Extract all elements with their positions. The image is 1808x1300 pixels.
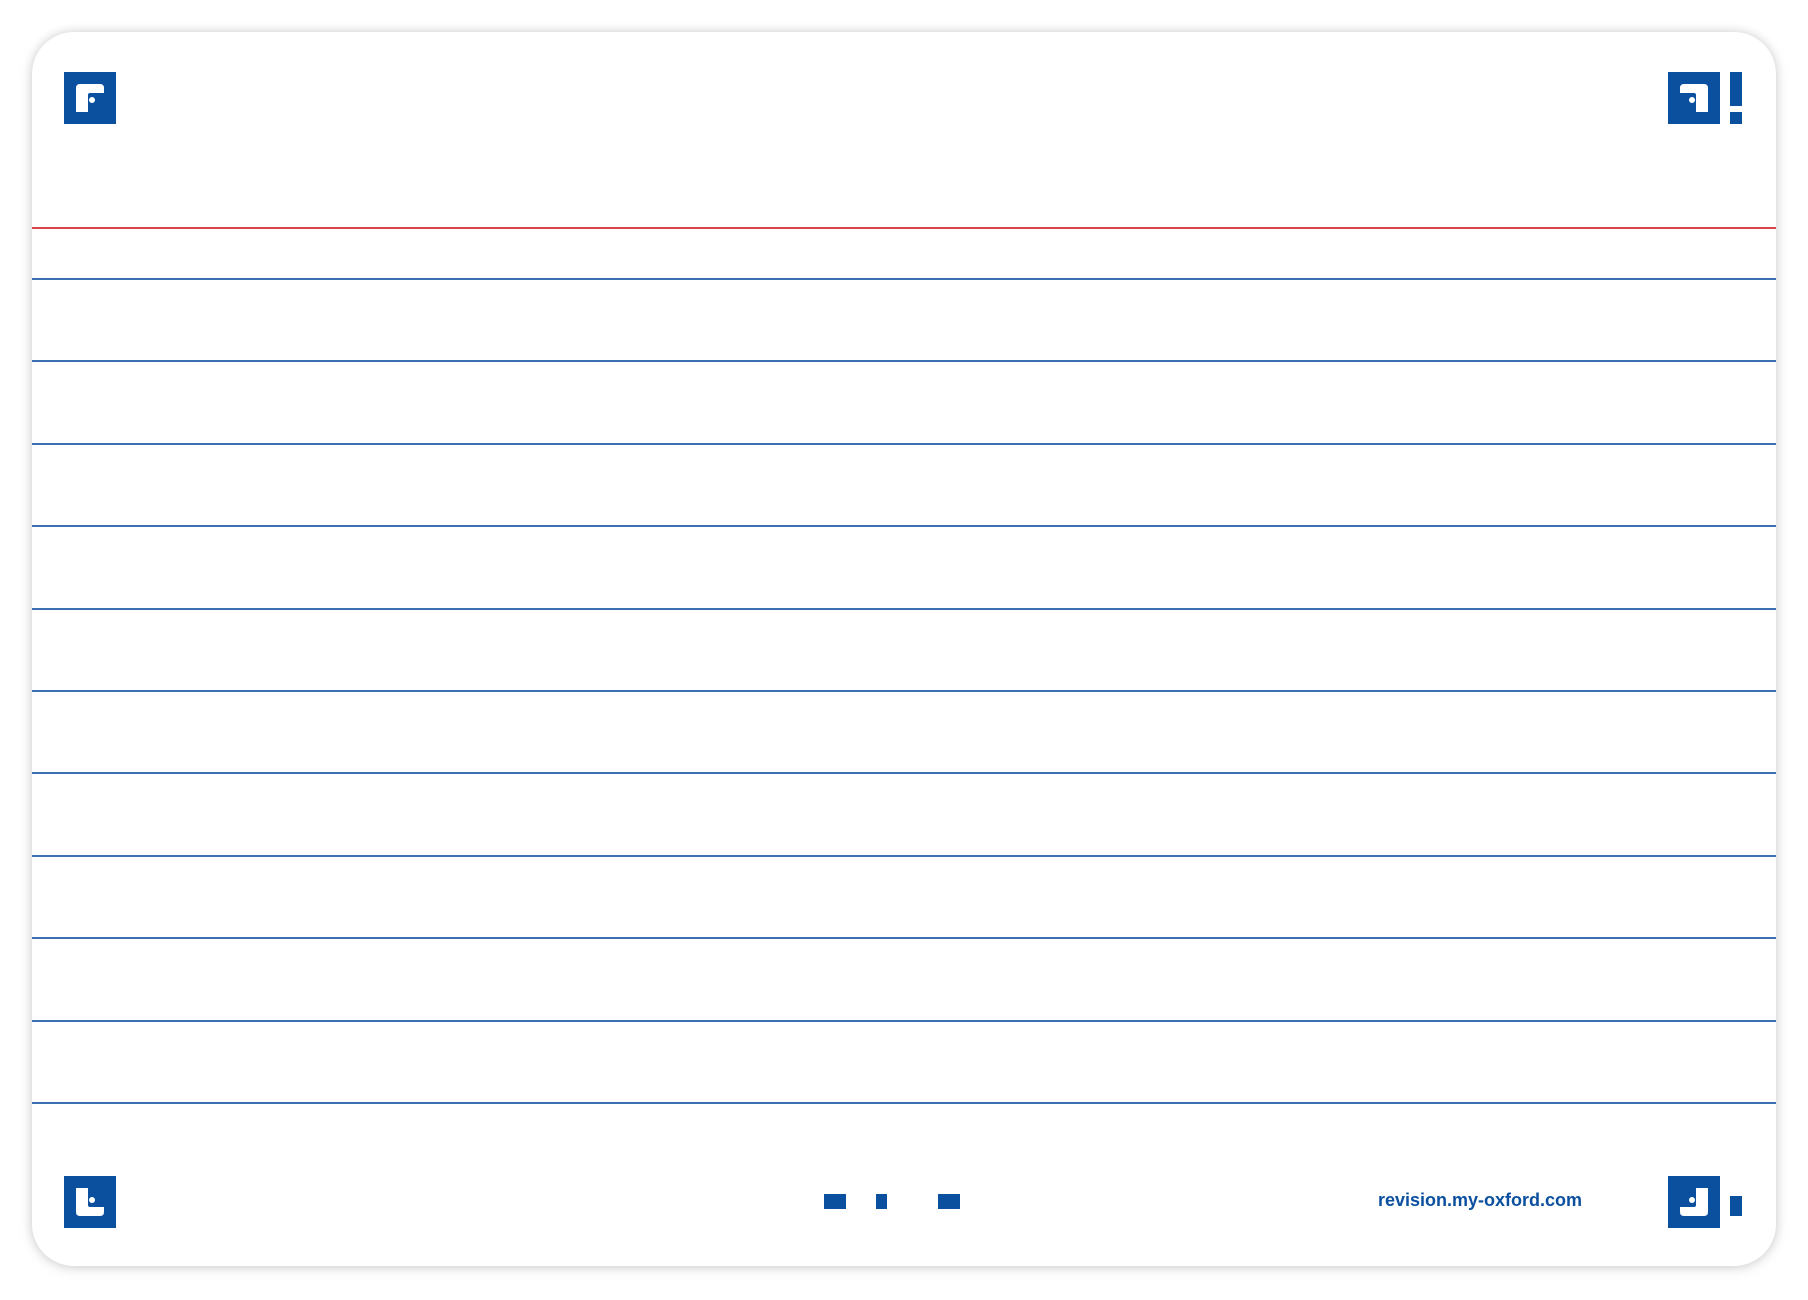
ruled-line [32, 525, 1776, 527]
ruled-line [32, 855, 1776, 857]
ruled-line [32, 608, 1776, 610]
ruled-line [32, 690, 1776, 692]
ruled-line [32, 937, 1776, 939]
ruled-line [32, 278, 1776, 280]
ruled-line [32, 1102, 1776, 1104]
corner-bracket-bottom-right-exclamation-icon [1668, 1176, 1742, 1228]
header-rule [32, 227, 1776, 229]
corner-bracket-top-right-exclamation-icon [1668, 72, 1742, 124]
ruled-line [32, 772, 1776, 774]
ruled-line [32, 360, 1776, 362]
ruled-line [32, 443, 1776, 445]
footer-url: revision.my-oxford.com [1378, 1190, 1583, 1210]
dot-pattern-icon [824, 1194, 960, 1209]
ruled-line [32, 1020, 1776, 1022]
page-background: revision.my-oxford.com [0, 0, 1808, 1300]
flashcard: revision.my-oxford.com [32, 32, 1776, 1266]
corner-bracket-top-left-icon [64, 72, 116, 124]
corner-bracket-bottom-left-icon [64, 1176, 116, 1228]
